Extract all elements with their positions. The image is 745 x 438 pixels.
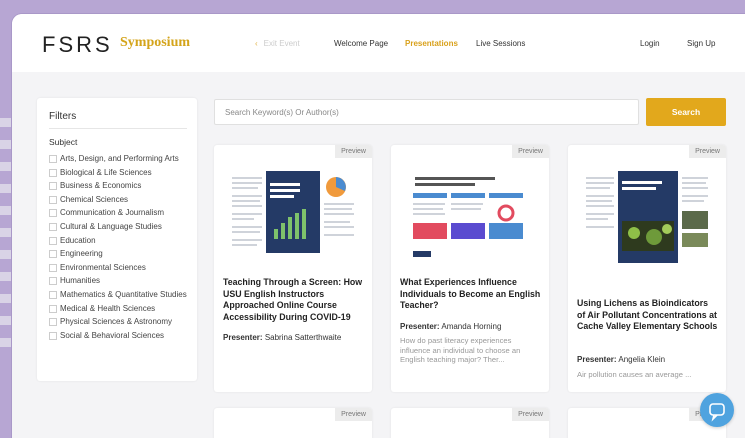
card-title[interactable]: What Experiences Influence Individuals t… — [400, 277, 541, 312]
card-description: Air pollution causes an average ... — [577, 370, 692, 379]
divider — [49, 128, 187, 129]
nav-presentations[interactable]: Presentations — [405, 39, 458, 48]
top-navigation-bar: FSRS Symposium ‹ Exit Event Welcome Page … — [12, 14, 745, 72]
checkbox[interactable] — [49, 209, 57, 218]
presentation-card[interactable]: Preview — [391, 408, 549, 438]
card-title[interactable]: Using Lichens as Bioindicators of Air Po… — [577, 298, 718, 333]
card-presenter: Presenter: Sabrina Satterthwaite — [223, 333, 342, 342]
checkbox[interactable] — [49, 222, 57, 231]
filter-option[interactable]: Mathematics & Quantitative Studies — [49, 288, 194, 302]
subject-filter-list: Arts, Design, and Performing Arts Biolog… — [49, 152, 194, 342]
card-description: How do past literacy experiences influen… — [400, 336, 521, 364]
checkbox[interactable] — [49, 304, 57, 313]
filter-option[interactable]: Education — [49, 234, 194, 248]
card-presenter: Presenter: Angelia Klein — [577, 355, 666, 364]
login-link[interactable]: Login — [640, 39, 660, 48]
presentation-card[interactable]: Preview — [214, 408, 372, 438]
filter-option[interactable]: Environmental Sciences — [49, 261, 194, 275]
logo-subtitle: Symposium — [120, 35, 191, 50]
filter-option[interactable]: Business & Economics — [49, 179, 194, 193]
checkbox[interactable] — [49, 290, 57, 299]
preview-badge[interactable]: Preview — [335, 408, 372, 421]
signup-link[interactable]: Sign Up — [687, 39, 715, 48]
checkbox[interactable] — [49, 263, 57, 272]
filter-option[interactable]: Medical & Health Sciences — [49, 302, 194, 316]
filter-option[interactable]: Humanities — [49, 274, 194, 288]
presentation-card[interactable]: Preview Teaching Through a Screen: How U… — [214, 145, 372, 392]
logo[interactable]: FSRS — [42, 32, 113, 58]
preview-badge[interactable]: Preview — [689, 145, 726, 158]
preview-badge[interactable]: Preview — [512, 408, 549, 421]
preview-badge[interactable]: Preview — [335, 145, 372, 158]
preview-badge[interactable]: Preview — [512, 145, 549, 158]
checkbox[interactable] — [49, 195, 57, 204]
exit-event-link[interactable]: ‹ Exit Event — [255, 39, 300, 48]
checkbox[interactable] — [49, 168, 57, 177]
nav-live-sessions[interactable]: Live Sessions — [476, 39, 525, 48]
chevron-left-icon: ‹ — [255, 39, 258, 48]
checkbox[interactable] — [49, 277, 57, 286]
filters-title: Filters — [49, 111, 77, 122]
checkbox[interactable] — [49, 182, 57, 191]
filter-option[interactable]: Engineering — [49, 247, 194, 261]
filter-option[interactable]: Biological & Life Sciences — [49, 166, 194, 180]
search-input[interactable]: Search Keyword(s) Or Author(s) — [214, 99, 639, 125]
filters-panel: Filters Subject Arts, Design, and Perfor… — [37, 98, 197, 381]
chat-icon — [709, 403, 725, 422]
filter-option[interactable]: Arts, Design, and Performing Arts — [49, 152, 194, 166]
checkbox[interactable] — [49, 236, 57, 245]
card-title[interactable]: Teaching Through a Screen: How USU Engli… — [223, 277, 364, 323]
filter-option[interactable]: Social & Behavioral Sciences — [49, 329, 194, 343]
chat-button[interactable] — [700, 393, 734, 427]
checkbox[interactable] — [49, 331, 57, 340]
filter-option[interactable]: Cultural & Language Studies — [49, 220, 194, 234]
checkbox[interactable] — [49, 155, 57, 163]
presentation-card[interactable]: Preview Using Lichens as Bioindicators o… — [568, 145, 726, 392]
poster-thumbnail — [228, 163, 358, 269]
presentation-card[interactable]: Preview What Experiences Influence Indiv… — [391, 145, 549, 392]
filter-option[interactable]: Communication & Journalism — [49, 206, 194, 220]
checkbox[interactable] — [49, 318, 57, 327]
poster-thumbnail — [405, 163, 535, 269]
subject-label: Subject — [49, 137, 78, 147]
card-presenter: Presenter: Amanda Horning — [400, 322, 502, 331]
poster-thumbnail — [582, 163, 712, 269]
nav-welcome-page[interactable]: Welcome Page — [334, 39, 388, 48]
filter-option[interactable]: Physical Sciences & Astronomy — [49, 315, 194, 329]
search-button[interactable]: Search — [646, 98, 726, 126]
filter-option[interactable]: Chemical Sciences — [49, 193, 194, 207]
checkbox[interactable] — [49, 250, 57, 259]
app-window: FSRS Symposium ‹ Exit Event Welcome Page … — [12, 14, 745, 438]
